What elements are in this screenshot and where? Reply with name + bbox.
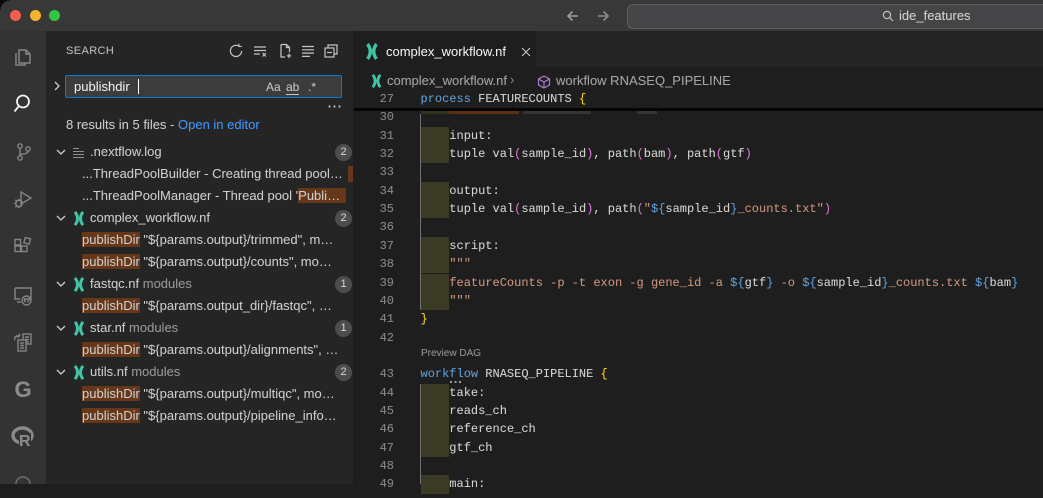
svg-text:R: R [19, 433, 31, 449]
